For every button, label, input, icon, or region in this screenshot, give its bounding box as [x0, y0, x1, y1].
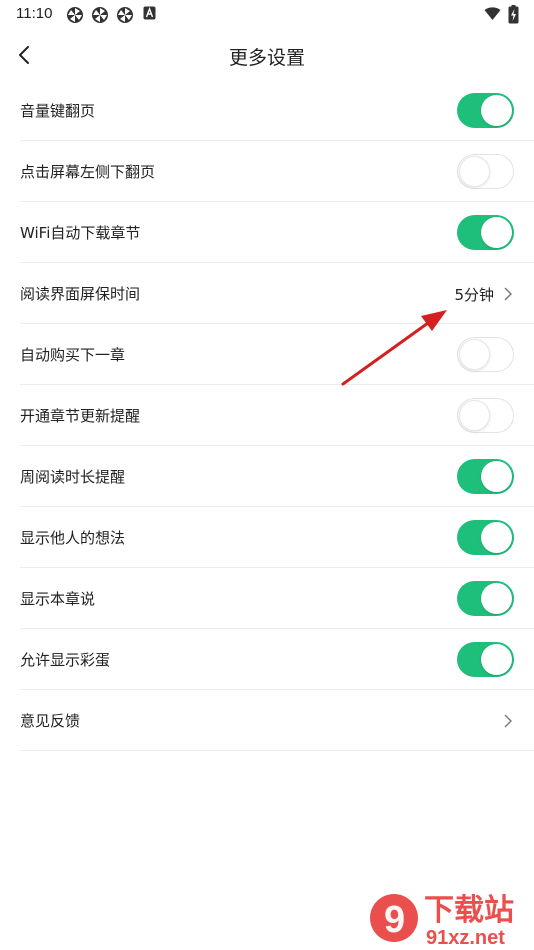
toggle-switch[interactable]: [457, 398, 514, 433]
toggle-switch[interactable]: [457, 337, 514, 372]
chevron-right-icon: [504, 714, 512, 728]
toggle-switch[interactable]: [457, 215, 514, 250]
pinwheel-icon: [67, 7, 83, 23]
settings-row-label: 意见反馈: [20, 712, 81, 730]
toggle-switch[interactable]: [457, 520, 514, 555]
settings-row: WiFi自动下载章节: [20, 202, 534, 263]
watermark: 9 下载站 91xz.net: [364, 884, 534, 950]
settings-row: 显示本章说: [20, 568, 534, 629]
settings-row-label: 开通章节更新提醒: [20, 407, 141, 425]
toggle-knob: [481, 644, 512, 675]
a-badge-icon: [143, 6, 156, 20]
settings-row[interactable]: 阅读界面屏保时间 5分钟: [20, 263, 534, 324]
pinwheel-icon: [117, 7, 133, 23]
pinwheel-icon: [92, 7, 108, 23]
toggle-switch[interactable]: [457, 154, 514, 189]
settings-row-value: 5分钟: [454, 286, 494, 304]
settings-row-label: 允许显示彩蛋: [20, 651, 111, 669]
toggle-knob: [481, 583, 512, 614]
settings-row: 显示他人的想法: [20, 507, 534, 568]
settings-row: 允许显示彩蛋: [20, 629, 534, 690]
settings-row-label: 阅读界面屏保时间: [20, 285, 141, 303]
settings-row: 音量键翻页: [20, 80, 534, 141]
toggle-knob: [481, 522, 512, 553]
status-time: 11:10: [16, 5, 53, 22]
toggle-knob: [459, 399, 490, 431]
wifi-icon: [484, 7, 501, 20]
settings-list: 音量键翻页点击屏幕左侧下翻页 WiFi自动下载章节 阅读界面屏保时间 5分钟自动购买下…: [0, 80, 534, 751]
toggle-switch[interactable]: [457, 459, 514, 494]
status-bar: 11:10: [0, 0, 534, 30]
toggle-knob: [481, 95, 512, 126]
page-title: 更多设置: [228, 47, 305, 69]
toggle-knob: [459, 155, 490, 187]
settings-row: 自动购买下一章: [20, 324, 534, 385]
settings-row-label: 音量键翻页: [20, 102, 96, 120]
settings-row: 开通章节更新提醒: [20, 385, 534, 446]
settings-row-label: 周阅读时长提醒: [20, 468, 126, 486]
settings-row-label: 点击屏幕左侧下翻页: [20, 163, 156, 181]
settings-row-label: 自动购买下一章: [20, 346, 126, 364]
watermark-logo-text: 9: [384, 899, 405, 941]
toggle-knob: [459, 338, 490, 370]
watermark-domain: 91xz.net: [426, 927, 505, 949]
chevron-right-icon: [504, 287, 512, 301]
settings-row-label: 显示本章说: [20, 590, 96, 608]
settings-row-label: WiFi自动下载章节: [20, 224, 141, 242]
toggle-switch[interactable]: [457, 581, 514, 616]
watermark-brand: 下载站: [424, 893, 514, 928]
settings-row-label: 显示他人的想法: [20, 529, 126, 547]
settings-row: 周阅读时长提醒: [20, 446, 534, 507]
toggle-knob: [481, 217, 512, 248]
battery-charging-icon: [508, 5, 519, 24]
header: 更多设置: [0, 30, 534, 80]
toggle-knob: [481, 461, 512, 492]
settings-row: 点击屏幕左侧下翻页: [20, 141, 534, 202]
toggle-switch[interactable]: [457, 642, 514, 677]
watermark-logo: 9 下载站 91xz.net: [370, 893, 514, 949]
settings-row[interactable]: 意见反馈: [20, 690, 534, 751]
toggle-switch[interactable]: [457, 93, 514, 128]
